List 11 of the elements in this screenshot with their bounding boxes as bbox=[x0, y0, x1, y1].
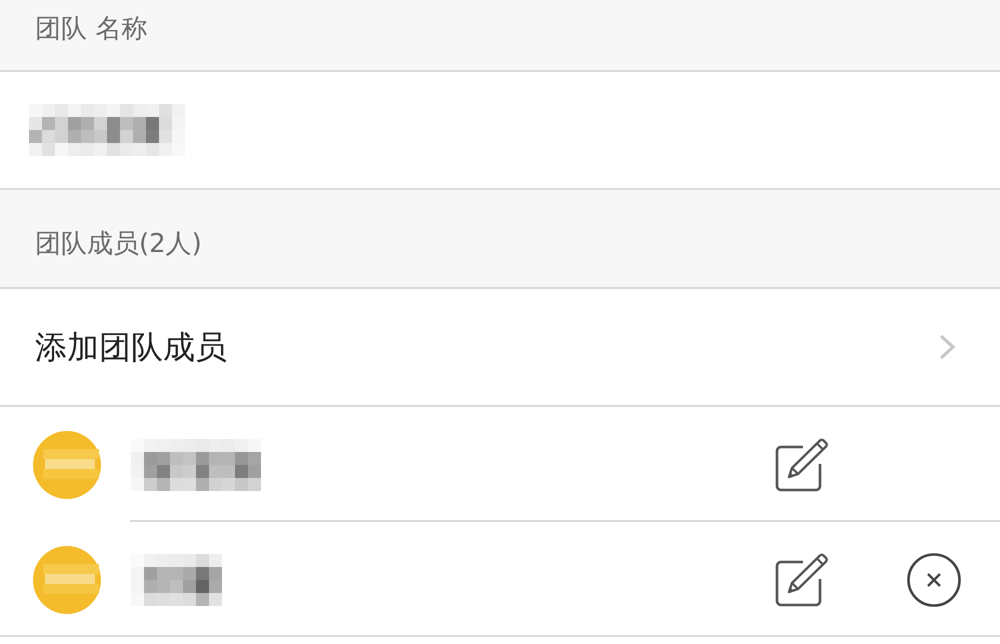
close-circle-icon bbox=[907, 552, 961, 606]
chevron-right-icon bbox=[938, 333, 956, 361]
avatar-placeholder bbox=[33, 546, 101, 614]
delete-button[interactable] bbox=[907, 552, 961, 606]
edit-icon bbox=[775, 438, 829, 492]
section-header-text: 团队 名称 bbox=[35, 13, 148, 46]
edit-icon bbox=[775, 552, 829, 606]
edit-button[interactable] bbox=[775, 438, 829, 492]
section-header-text: 团队成员(2人) bbox=[35, 228, 202, 261]
avatar-placeholder bbox=[33, 430, 101, 498]
edit-button[interactable] bbox=[775, 552, 829, 606]
